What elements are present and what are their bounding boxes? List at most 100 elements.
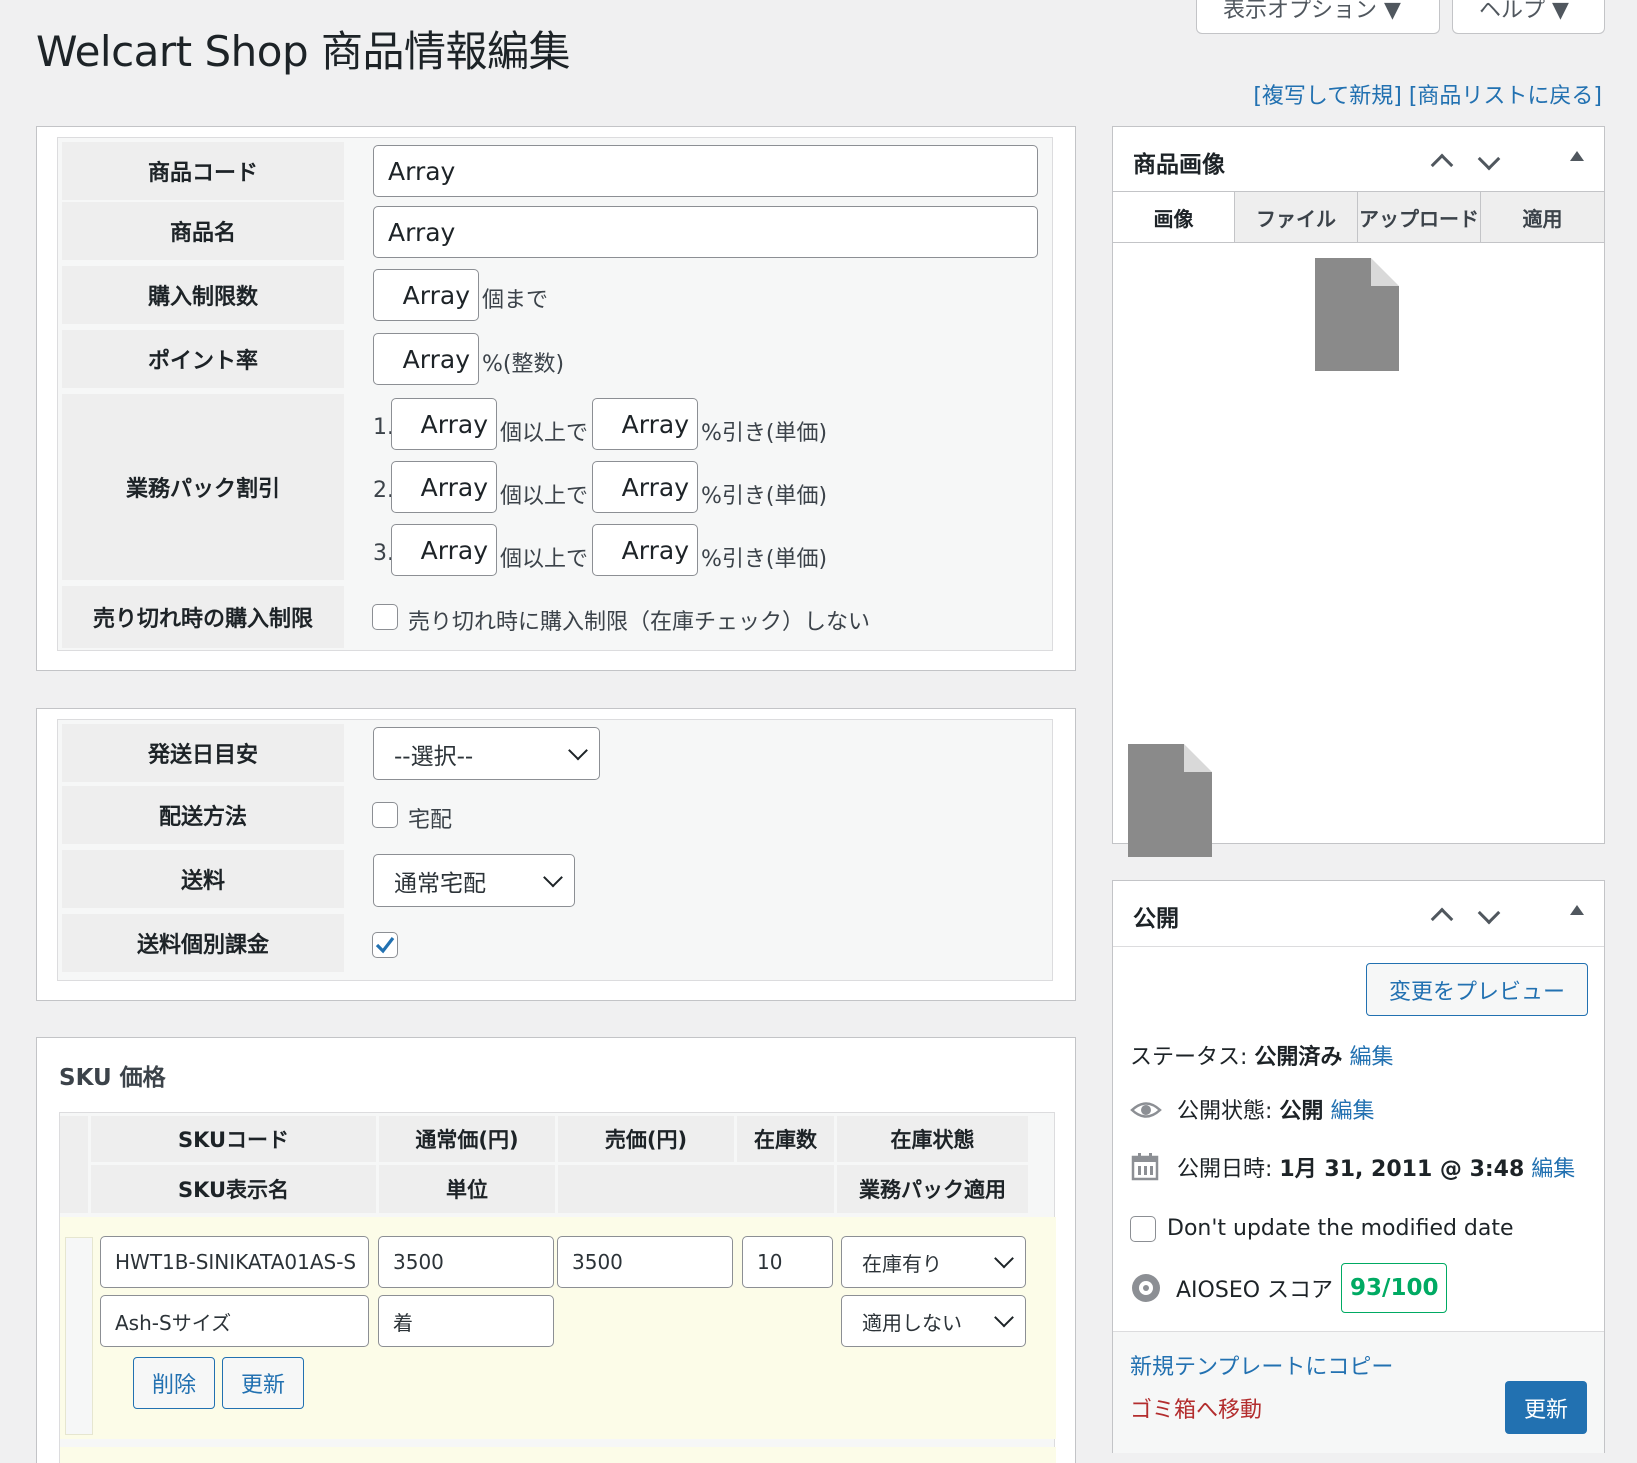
stock-status-value: 在庫有り bbox=[862, 1251, 942, 1276]
gp-qty-input[interactable]: Array bbox=[391, 398, 497, 450]
status-label: ステータス: bbox=[1130, 1045, 1248, 1070]
divider bbox=[1113, 946, 1604, 947]
copy-template-link[interactable]: 新規テンプレートにコピー bbox=[1130, 1349, 1393, 1381]
item-image-box: 商品画像 画像 ファイル アップロード 適用 bbox=[1112, 126, 1605, 857]
tab-apply[interactable]: 適用 bbox=[1481, 192, 1604, 242]
dont-update-checkbox[interactable] bbox=[1130, 1216, 1156, 1242]
sku-table: SKUコード 通常価(円) 売価(円) 在庫数 在庫状態 SKU表示名 単位 業… bbox=[59, 1112, 1056, 1463]
display-name-header: SKU表示名 bbox=[91, 1165, 376, 1213]
status-edit-link[interactable]: 編集 bbox=[1349, 1045, 1393, 1070]
gp-mid: 個以上で bbox=[500, 484, 589, 509]
collapse-toggle-icon[interactable] bbox=[1570, 905, 1584, 915]
sku-delete-button[interactable]: 削除 bbox=[133, 1357, 215, 1409]
gp-qty-input[interactable]: Array bbox=[391, 524, 497, 576]
sku-code-input[interactable]: HWT1B-SINIKATA01AS-S bbox=[100, 1236, 369, 1288]
point-rate-label: ポイント率 bbox=[62, 330, 344, 388]
gp-rate-input[interactable]: Array bbox=[592, 398, 698, 450]
aioseo-gear-icon bbox=[1132, 1274, 1160, 1302]
gp-suffix: %引き(単価) bbox=[701, 421, 828, 446]
chevron-down-icon bbox=[994, 1248, 1014, 1269]
gp-rate-input[interactable]: Array bbox=[592, 461, 698, 513]
delivery-method-checkbox[interactable] bbox=[372, 802, 398, 828]
shipping-fee-value: 通常宅配 bbox=[394, 870, 486, 897]
calendar-icon bbox=[1131, 1153, 1159, 1181]
collapse-toggle-icon[interactable] bbox=[1570, 151, 1584, 161]
image-box-controls bbox=[1430, 147, 1602, 179]
ship-date-value: --選択-- bbox=[394, 743, 474, 770]
status-value: 公開済み bbox=[1254, 1045, 1343, 1070]
gp-mid: 個以上で bbox=[500, 547, 589, 572]
delivery-method-label: 配送方法 bbox=[62, 786, 344, 844]
tab-image[interactable]: 画像 bbox=[1113, 192, 1235, 242]
item-name-input[interactable]: Array bbox=[373, 206, 1038, 258]
ship-date-label: 発送日目安 bbox=[62, 724, 344, 782]
gp-qty-input[interactable]: Array bbox=[391, 461, 497, 513]
move-down-icon[interactable] bbox=[1477, 147, 1501, 171]
sku-title: SKU 価格 bbox=[59, 1065, 166, 1091]
publish-date-value: 1月 31, 2011 @ 3:48 bbox=[1279, 1157, 1525, 1182]
sku-row: HWT1B-SINIKATA01AS-S 3500 3500 10 在庫有り A… bbox=[60, 1217, 1056, 1439]
normal-price-header: 通常価(円) bbox=[379, 1116, 555, 1162]
tab-upload[interactable]: アップロード bbox=[1358, 192, 1481, 242]
visibility-edit-link[interactable]: 編集 bbox=[1330, 1099, 1374, 1124]
back-to-list-link[interactable]: [商品リストに戻る] bbox=[1409, 84, 1602, 109]
update-button[interactable]: 更新 bbox=[1505, 1381, 1587, 1434]
item-code-input[interactable]: Array bbox=[373, 145, 1038, 197]
ship-date-select[interactable]: --選択-- bbox=[373, 727, 600, 780]
item-name-label: 商品名 bbox=[62, 202, 344, 260]
purchase-limit-label: 購入制限数 bbox=[62, 266, 344, 324]
individual-fee-checkbox[interactable] bbox=[372, 932, 398, 958]
gp-apply-select[interactable]: 適用しない bbox=[841, 1295, 1026, 1347]
shipping-fee-label: 送料 bbox=[62, 850, 344, 908]
tab-file[interactable]: ファイル bbox=[1235, 192, 1358, 242]
duplicate-link[interactable]: [複写して新規] bbox=[1253, 84, 1402, 109]
gp-suffix: %引き(単価) bbox=[701, 484, 828, 509]
item-code-label: 商品コード bbox=[62, 142, 344, 200]
soldout-limit-label: 売り切れ時の購入制限 bbox=[62, 586, 344, 648]
publish-box-controls bbox=[1430, 901, 1602, 933]
help-button[interactable]: ヘルプ ▼ bbox=[1452, 0, 1605, 34]
normal-price-input[interactable]: 3500 bbox=[378, 1236, 554, 1288]
stock-input[interactable]: 10 bbox=[742, 1236, 833, 1288]
move-to-trash-link[interactable]: ゴミ箱へ移動 bbox=[1130, 1392, 1262, 1424]
gp-rate-input[interactable]: Array bbox=[592, 524, 698, 576]
move-up-icon[interactable] bbox=[1430, 153, 1454, 177]
sku-row-handle[interactable] bbox=[65, 1237, 93, 1435]
gp-apply-header: 業務パック適用 bbox=[837, 1165, 1028, 1213]
sku-handle-header bbox=[60, 1116, 88, 1213]
stock-status-select[interactable]: 在庫有り bbox=[841, 1236, 1026, 1288]
delivery-method-option: 宅配 bbox=[408, 808, 453, 833]
preview-changes-button[interactable]: 変更をプレビュー bbox=[1366, 963, 1588, 1016]
soldout-checkbox[interactable] bbox=[372, 604, 398, 630]
chevron-down-icon bbox=[568, 740, 588, 760]
gp-suffix: %引き(単価) bbox=[701, 547, 828, 572]
sale-price-input[interactable]: 3500 bbox=[557, 1236, 733, 1288]
purchase-limit-suffix: 個まで bbox=[482, 288, 549, 313]
move-down-icon[interactable] bbox=[1477, 901, 1501, 925]
gp-apply-value: 適用しない bbox=[862, 1310, 962, 1335]
purchase-limit-input[interactable]: Array bbox=[373, 269, 479, 321]
empty-header bbox=[558, 1165, 834, 1213]
soldout-text: 売り切れ時に購入制限（在庫チェック）しない bbox=[408, 610, 871, 635]
unit-input[interactable]: 着 bbox=[378, 1295, 554, 1347]
publish-date-edit-link[interactable]: 編集 bbox=[1531, 1157, 1575, 1182]
chevron-down-icon bbox=[543, 867, 563, 887]
document-icon bbox=[1128, 744, 1212, 857]
move-up-icon[interactable] bbox=[1430, 907, 1454, 931]
sku-box: SKU 価格 SKUコード 通常価(円) 売価(円) 在庫数 在庫状態 SKU表… bbox=[36, 1037, 1076, 1463]
business-pack-label: 業務パック割引 bbox=[62, 394, 344, 580]
sku-update-button[interactable]: 更新 bbox=[222, 1357, 304, 1409]
point-rate-input[interactable]: Array bbox=[373, 333, 479, 385]
page-title: Welcart Shop 商品情報編集 bbox=[36, 27, 570, 76]
screen-options-button[interactable]: 表示オプション ▼ bbox=[1196, 0, 1440, 34]
sku-code-header: SKUコード bbox=[91, 1116, 376, 1162]
shipping-fee-select[interactable]: 通常宅配 bbox=[373, 854, 575, 907]
publish-box: 公開 変更をプレビュー ステータス: 公開済み 編集 公開状態: 公開 編集 公… bbox=[1112, 880, 1605, 1453]
publish-date-line: 公開日時: 1月 31, 2011 @ 3:48 編集 bbox=[1130, 1151, 1575, 1183]
display-name-input[interactable]: Ash-Sサイズ bbox=[100, 1295, 369, 1347]
point-rate-suffix: %(整数) bbox=[482, 352, 565, 377]
status-line: ステータス: 公開済み 編集 bbox=[1130, 1039, 1393, 1071]
aioseo-line: AIOSEO スコア 93/100 bbox=[1130, 1263, 1448, 1313]
individual-fee-label: 送料個別課金 bbox=[62, 914, 344, 972]
aioseo-score-badge[interactable]: 93/100 bbox=[1341, 1263, 1448, 1313]
